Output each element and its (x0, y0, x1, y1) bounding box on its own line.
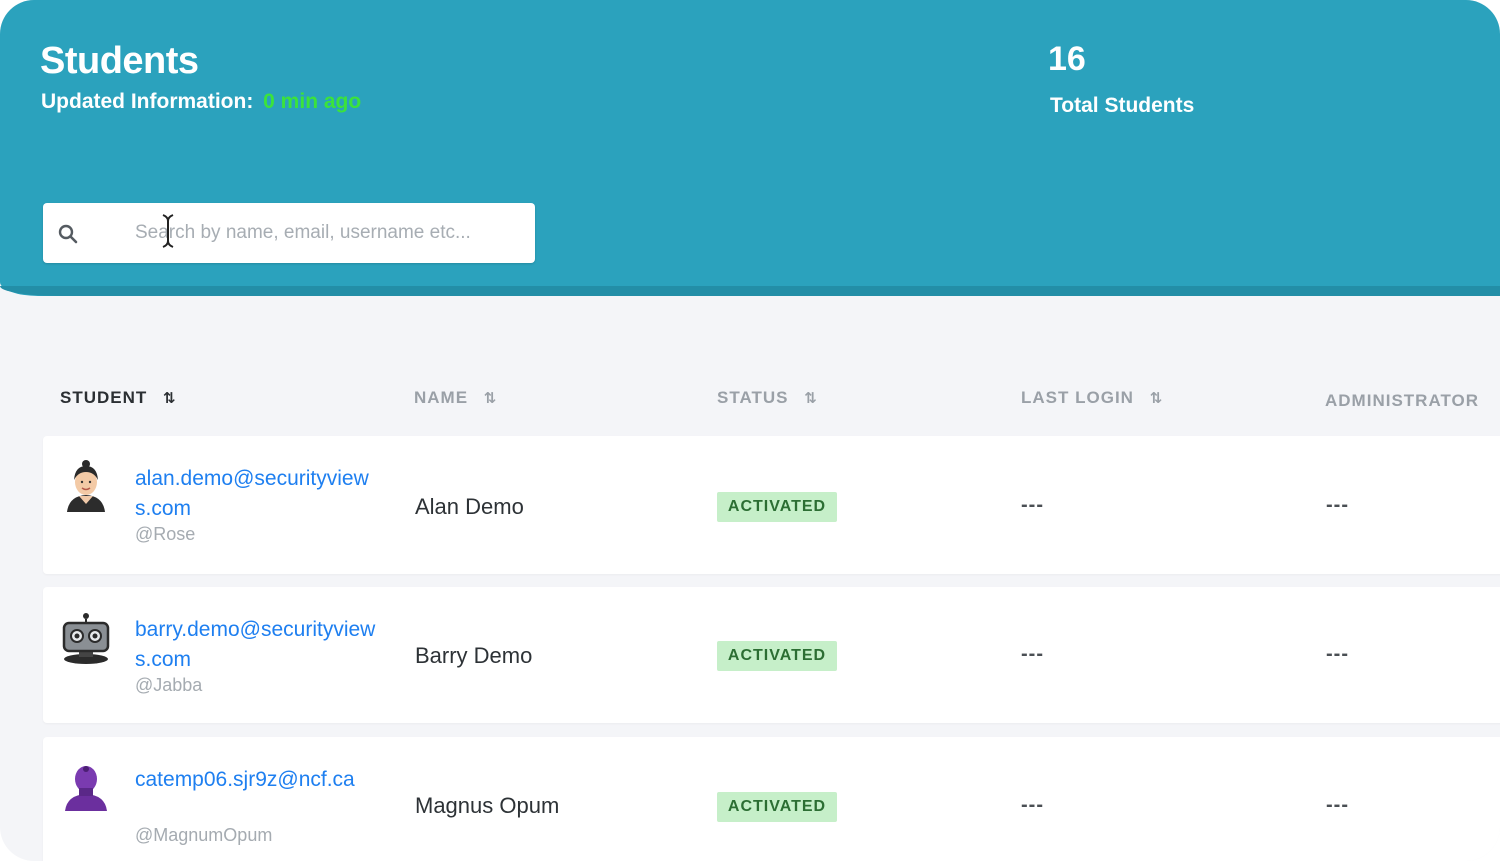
search-icon (58, 224, 78, 244)
column-header-student[interactable]: STUDENT ⇅ (60, 388, 176, 408)
search-box[interactable] (43, 203, 555, 263)
student-name: Barry Demo (415, 643, 533, 668)
administrator-value: --- (1326, 643, 1349, 665)
table-row[interactable]: alan.demo@securityviews.com @Rose Alan D… (43, 436, 1500, 574)
student-username: @Jabba (135, 675, 203, 695)
table-row[interactable]: catemp06.sjr9z@ncf.ca @MagnumOpum Magnus… (43, 737, 1500, 861)
last-login-value: --- (1021, 494, 1044, 516)
student-email-link[interactable]: barry.demo@securityviews.com (135, 615, 385, 675)
robot-avatar-icon (62, 613, 110, 664)
updated-info: Updated Information: 0 min ago (41, 90, 361, 114)
sort-icon[interactable]: ⇅ (804, 389, 817, 407)
administrator-value: --- (1326, 794, 1349, 816)
status-badge: ACTIVATED (717, 492, 837, 522)
column-label: STUDENT (60, 388, 148, 407)
page-title: Students (40, 40, 199, 82)
sort-icon[interactable]: ⇅ (484, 389, 497, 407)
student-username: @Rose (135, 524, 196, 544)
header-divider (0, 286, 1500, 296)
sort-icon[interactable]: ⇅ (163, 389, 176, 407)
column-header-name[interactable]: NAME ⇅ (414, 388, 497, 408)
purple-person-avatar-icon (65, 766, 107, 811)
column-label: STATUS (717, 388, 789, 407)
column-label: NAME (414, 388, 469, 407)
sort-icon[interactable]: ⇅ (1150, 389, 1163, 407)
student-username: @MagnumOpum (135, 825, 273, 845)
administrator-value: --- (1326, 494, 1349, 516)
column-header-status[interactable]: STATUS ⇅ (717, 388, 817, 408)
column-label: ADMINISTRATOR (1325, 391, 1480, 410)
column-header-administrator: ADMINISTRATOR (1325, 391, 1479, 411)
status-badge: ACTIVATED (717, 641, 837, 671)
column-header-last-login[interactable]: LAST LOGIN ⇅ (1021, 388, 1163, 408)
students-page: Students Updated Information: 0 min ago … (0, 0, 1500, 861)
text-cursor-icon (162, 214, 174, 248)
updated-value: 0 min ago (263, 90, 362, 113)
search-input[interactable] (135, 217, 555, 249)
column-label: LAST LOGIN (1021, 388, 1134, 407)
student-email-link[interactable]: catemp06.sjr9z@ncf.ca (135, 765, 385, 795)
updated-label: Updated Information: (41, 90, 254, 113)
table-row[interactable]: barry.demo@securityviews.com @Jabba Barr… (43, 587, 1500, 723)
total-students-count: 16 (1048, 40, 1086, 78)
person-avatar-icon (67, 460, 105, 512)
student-email-link[interactable]: alan.demo@securityviews.com (135, 464, 385, 524)
student-name: Magnus Opum (415, 793, 560, 818)
last-login-value: --- (1021, 794, 1044, 816)
status-badge: ACTIVATED (717, 792, 837, 822)
last-login-value: --- (1021, 643, 1044, 665)
student-name: Alan Demo (415, 494, 524, 519)
total-students-label: Total Students (1050, 94, 1195, 117)
